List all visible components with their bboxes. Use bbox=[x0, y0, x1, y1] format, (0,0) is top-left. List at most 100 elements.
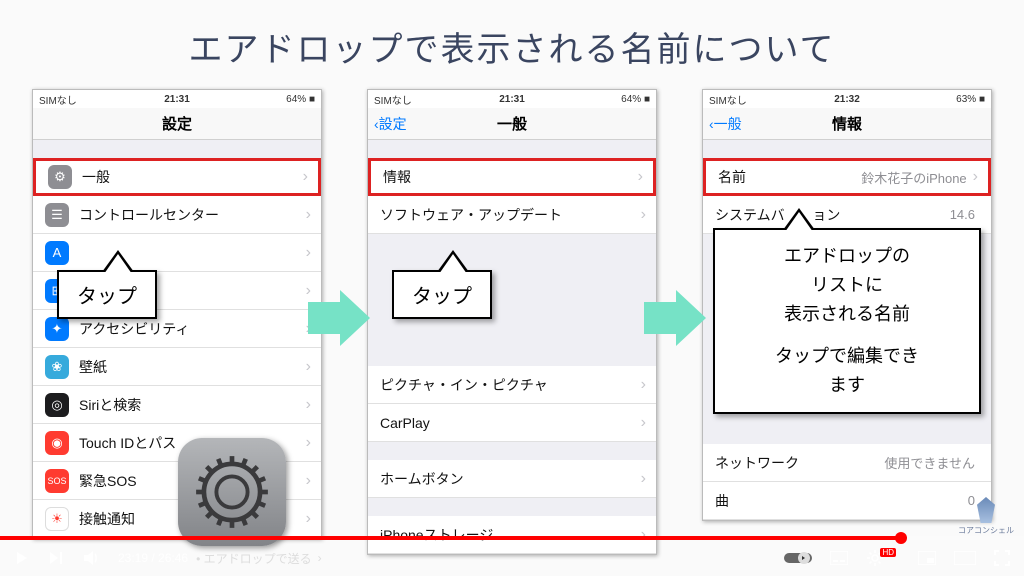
cell-label: Siriと検索 bbox=[79, 395, 141, 415]
chevron-right-icon: › bbox=[641, 376, 646, 394]
cell-label: CarPlay bbox=[380, 415, 430, 431]
clock: 21:31 bbox=[164, 94, 190, 105]
callout-tap-2: タップ bbox=[392, 270, 492, 319]
chevron-right-icon: › bbox=[303, 168, 308, 186]
battery-label: 64% ■ bbox=[286, 94, 315, 105]
battery-label: 63% ■ bbox=[956, 94, 985, 105]
callout-text: タップ bbox=[77, 286, 137, 308]
volume-button[interactable] bbox=[82, 549, 100, 567]
chevron-right-icon: › bbox=[318, 551, 322, 565]
cell-label: システムバージョン bbox=[715, 205, 840, 225]
gear-icon: ⚙ bbox=[48, 165, 72, 189]
chevron-right-icon: › bbox=[641, 470, 646, 488]
wallpaper-icon: ❀ bbox=[45, 355, 69, 379]
touchid-icon: ◉ bbox=[45, 431, 69, 455]
cell-control-center[interactable]: ☰ コントロールセンター › bbox=[33, 196, 321, 234]
carrier-label: SIMなし bbox=[39, 92, 77, 107]
settings-button[interactable]: HD bbox=[866, 549, 900, 567]
cell-pip[interactable]: ピクチャ・イン・ピクチャ › bbox=[368, 366, 656, 404]
phone-general: SIMなし 21:31 64% ■ ‹ 設定 一般 情報 › ソフトウェア・アッ… bbox=[367, 89, 657, 555]
next-button[interactable] bbox=[48, 550, 64, 566]
cell-siri[interactable]: ◎ Siriと検索 › bbox=[33, 386, 321, 424]
nav-title: 情報 bbox=[832, 113, 862, 134]
cell-software-update[interactable]: ソフトウェア・アップデート › bbox=[368, 196, 656, 234]
phone-about: SIMなし 21:32 63% ■ ‹ 一般 情報 名前 鈴木花子のiPhone… bbox=[702, 89, 992, 521]
cell-label: 名前 bbox=[718, 167, 746, 187]
cell-network[interactable]: ネットワーク 使用できません bbox=[703, 444, 991, 482]
battery-label: 64% ■ bbox=[621, 94, 650, 105]
chevron-right-icon: › bbox=[306, 510, 311, 528]
chevron-right-icon: › bbox=[641, 206, 646, 224]
callout-text: タップ bbox=[412, 286, 472, 308]
cell-label: 接触通知 bbox=[79, 509, 135, 529]
slide-title: エアドロップで表示される名前について bbox=[0, 0, 1024, 71]
chevron-right-icon: › bbox=[306, 434, 311, 452]
nav-bar: ‹ 一般 情報 bbox=[703, 108, 991, 140]
back-button[interactable]: ‹ 一般 bbox=[709, 114, 742, 134]
cell-label: 一般 bbox=[82, 167, 110, 187]
callout-line: タップで編集でき bbox=[725, 342, 969, 371]
time-display: 23:19 / 26:46 bbox=[118, 551, 188, 565]
callout-line: 表示される名前 bbox=[725, 300, 969, 329]
callout-line: リストに bbox=[725, 271, 969, 300]
carrier-label: SIMなし bbox=[374, 92, 412, 107]
back-button[interactable]: ‹ 設定 bbox=[374, 114, 407, 134]
chevron-right-icon: › bbox=[306, 206, 311, 224]
siri-icon: ◎ bbox=[45, 393, 69, 417]
cell-songs[interactable]: 曲 0 bbox=[703, 482, 991, 520]
chevron-right-icon: › bbox=[973, 168, 978, 186]
chapter-label[interactable]: • エアドロップで送る bbox=[196, 550, 312, 567]
chevron-right-icon: › bbox=[641, 414, 646, 432]
sos-icon: SOS bbox=[45, 469, 69, 493]
chevron-right-icon: › bbox=[306, 396, 311, 414]
cell-hidden-1[interactable]: A › bbox=[33, 234, 321, 272]
cell-device-name[interactable]: 名前 鈴木花子のiPhone › bbox=[703, 158, 991, 196]
chevron-right-icon: › bbox=[306, 472, 311, 490]
callout-big: エアドロップの リストに 表示される名前 タップで編集でき ます bbox=[713, 228, 981, 414]
cell-home-button[interactable]: ホームボタン › bbox=[368, 460, 656, 498]
nav-title: 一般 bbox=[497, 113, 527, 134]
autoplay-toggle[interactable] bbox=[784, 551, 812, 565]
fullscreen-button[interactable] bbox=[994, 550, 1010, 566]
cell-label: ソフトウェア・アップデート bbox=[380, 205, 562, 225]
slide: エアドロップで表示される名前について SIMなし 21:31 64% ■ 設定 … bbox=[0, 0, 1024, 576]
cell-general[interactable]: ⚙ 一般 › bbox=[33, 158, 321, 196]
miniplayer-button[interactable] bbox=[918, 551, 936, 565]
cell-wallpaper[interactable]: ❀ 壁紙 › bbox=[33, 348, 321, 386]
callout-line: ます bbox=[725, 371, 969, 400]
accessibility-icon: ✦ bbox=[45, 317, 69, 341]
cell-value: 14.6 bbox=[950, 207, 981, 222]
play-button[interactable] bbox=[14, 550, 30, 566]
settings-app-icon bbox=[178, 438, 286, 546]
exposure-icon: ☀ bbox=[45, 507, 69, 531]
player-controls: 23:19 / 26:46 • エアドロップで送る › HD bbox=[0, 540, 1024, 576]
cell-about[interactable]: 情報 › bbox=[368, 158, 656, 196]
callout-tap-1: タップ bbox=[57, 270, 157, 319]
captions-button[interactable] bbox=[830, 551, 848, 565]
sliders-icon: ☰ bbox=[45, 203, 69, 227]
cell-value: 使用できません bbox=[884, 453, 981, 472]
cell-label: アクセシビリティ bbox=[79, 319, 189, 339]
clock: 21:31 bbox=[499, 94, 525, 105]
chevron-right-icon: › bbox=[306, 358, 311, 376]
arrow-icon bbox=[340, 290, 370, 346]
gear-icon bbox=[193, 453, 271, 531]
phones-row: SIMなし 21:31 64% ■ 設定 ⚙ 一般 › ☰ コントロールセンター… bbox=[0, 71, 1024, 555]
chevron-right-icon: › bbox=[306, 282, 311, 300]
display-icon: A bbox=[45, 241, 69, 265]
callout-line: エアドロップの bbox=[725, 242, 969, 271]
chevron-right-icon: › bbox=[638, 168, 643, 186]
cell-label: 緊急SOS bbox=[79, 471, 137, 491]
cell-value: 鈴木花子のiPhone bbox=[861, 168, 972, 187]
cell-label: 壁紙 bbox=[79, 357, 107, 377]
nav-bar: 設定 bbox=[33, 108, 321, 140]
cell-label: ホームボタン bbox=[380, 469, 464, 489]
clock: 21:32 bbox=[834, 94, 860, 105]
watermark-text: コアコンシェル bbox=[958, 526, 1014, 535]
nav-bar: ‹ 設定 一般 bbox=[368, 108, 656, 140]
status-bar: SIMなし 21:31 64% ■ bbox=[368, 90, 656, 108]
cell-label: ネットワーク bbox=[715, 453, 799, 473]
theater-button[interactable] bbox=[954, 551, 976, 565]
cell-carplay[interactable]: CarPlay › bbox=[368, 404, 656, 442]
carrier-label: SIMなし bbox=[709, 92, 747, 107]
